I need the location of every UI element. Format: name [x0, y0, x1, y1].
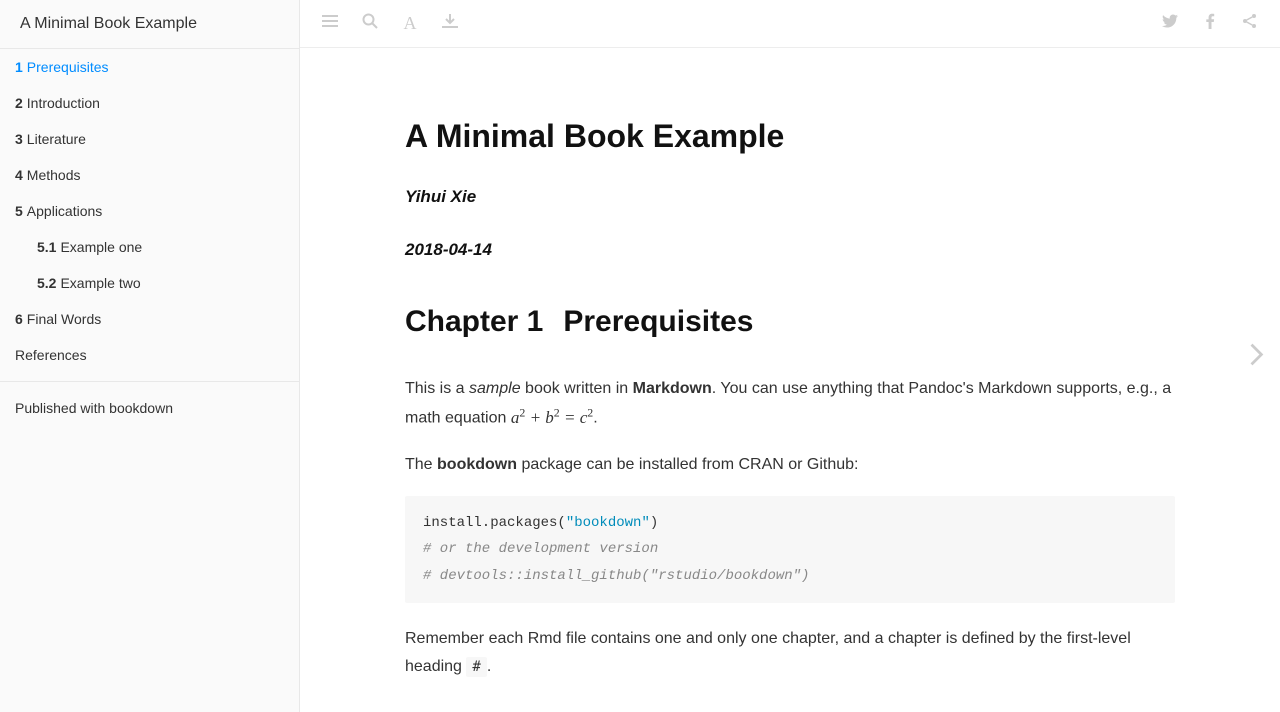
- share-icon: [1242, 13, 1258, 34]
- download-button[interactable]: [430, 0, 470, 48]
- toolbar: A: [300, 0, 1280, 48]
- book-title: A Minimal Book Example: [405, 118, 1175, 155]
- search-button[interactable]: [350, 0, 390, 48]
- next-page-button[interactable]: [1240, 336, 1274, 377]
- code-block: install.packages("bookdown") # or the de…: [405, 496, 1175, 604]
- published-link[interactable]: Published with bookdown: [0, 390, 299, 426]
- toc-item-introduction[interactable]: 2Introduction: [0, 85, 299, 121]
- toc-item-final-words[interactable]: 6Final Words: [0, 301, 299, 337]
- math-equation: a2 + b2 = c2: [511, 408, 593, 427]
- twitter-icon: [1162, 13, 1178, 34]
- sidebar: A Minimal Book Example 1Prerequisites 2I…: [0, 0, 300, 712]
- paragraph-2: The bookdown package can be installed fr…: [405, 451, 1175, 478]
- toc-item-applications[interactable]: 5Applications: [0, 193, 299, 229]
- search-icon: [362, 13, 378, 34]
- date: 2018-04-14: [405, 236, 1175, 265]
- download-icon: [442, 13, 458, 34]
- author: Yihui Xie: [405, 183, 1175, 212]
- paragraph-3: Remember each Rmd file contains one and …: [405, 625, 1175, 679]
- toc-divider: [0, 381, 299, 382]
- facebook-button[interactable]: [1190, 0, 1230, 48]
- main: A A Minimal Book Example Yihui Xie 2018-…: [300, 0, 1280, 712]
- toc-item-literature[interactable]: 3Literature: [0, 121, 299, 157]
- bars-icon: [322, 13, 338, 34]
- chapter-heading: Chapter 1Prerequisites: [405, 305, 1175, 339]
- toc-list: 1Prerequisites 2Introduction 3Literature…: [0, 49, 299, 712]
- twitter-button[interactable]: [1150, 0, 1190, 48]
- toc-item-prerequisites[interactable]: 1Prerequisites: [0, 49, 299, 85]
- toggle-toc-button[interactable]: [310, 0, 350, 48]
- share-button[interactable]: [1230, 0, 1270, 48]
- facebook-icon: [1202, 13, 1218, 34]
- font-button[interactable]: A: [390, 0, 430, 48]
- paragraph-1: This is a sample book written in Markdow…: [405, 375, 1175, 433]
- toc-item-references[interactable]: References: [0, 337, 299, 373]
- toc-item-example-one[interactable]: 5.1Example one: [22, 229, 299, 265]
- chevron-right-icon: [1248, 353, 1266, 369]
- toc-item-example-two[interactable]: 5.2Example two: [22, 265, 299, 301]
- toc-item-methods[interactable]: 4Methods: [0, 157, 299, 193]
- inline-code: #: [466, 657, 486, 677]
- content-area[interactable]: A Minimal Book Example Yihui Xie 2018-04…: [300, 48, 1280, 712]
- sidebar-title[interactable]: A Minimal Book Example: [0, 0, 299, 49]
